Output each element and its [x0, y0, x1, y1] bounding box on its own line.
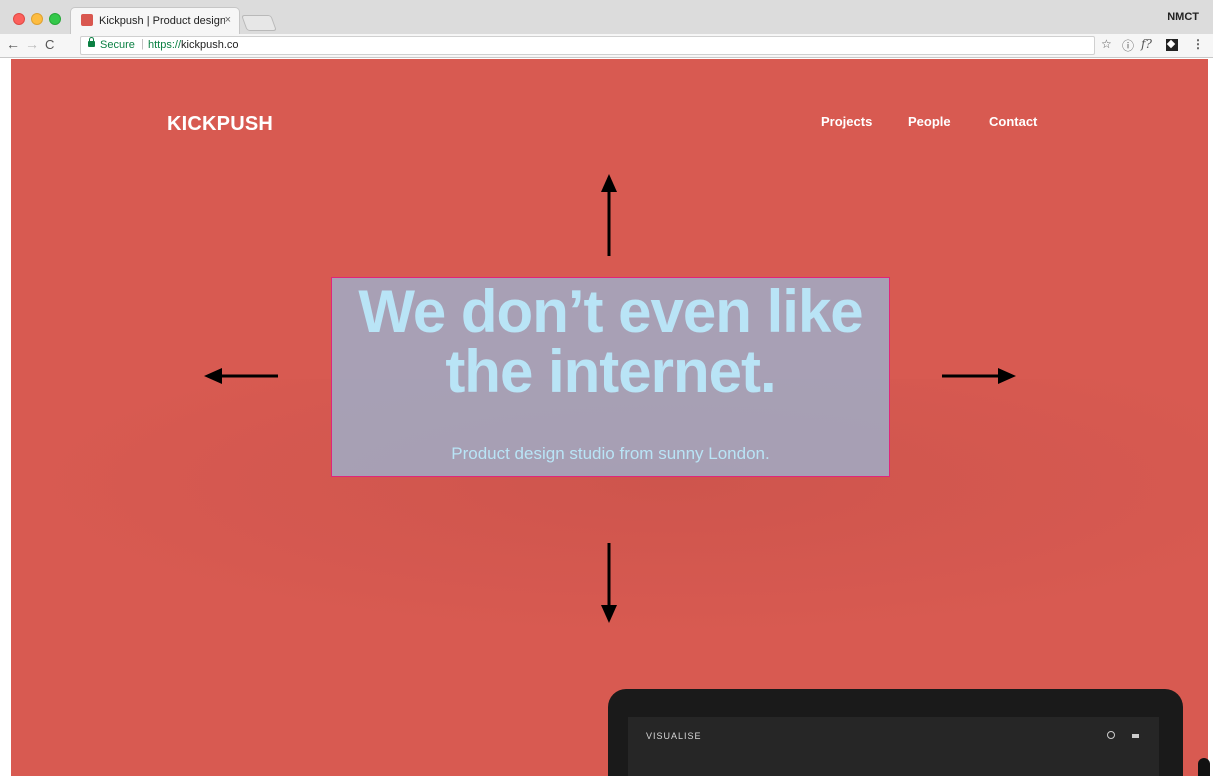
window-maximize-button[interactable] [49, 13, 61, 25]
menu-icon [1132, 734, 1139, 738]
hero-title: We don’t even like the internet. [332, 282, 889, 402]
favicon-icon [81, 14, 93, 26]
url-host: kickpush.co [181, 39, 239, 51]
page-viewport: KICKPUSH Projects People Contact We don’… [11, 59, 1208, 776]
site-logo[interactable]: KICKPUSH [167, 113, 273, 136]
nav-people[interactable]: People [908, 114, 951, 129]
window-close-button[interactable] [13, 13, 25, 25]
secure-label: Secure [100, 39, 135, 51]
arrow-left-icon [204, 367, 278, 385]
tab-close-icon[interactable]: × [225, 14, 231, 26]
reload-icon[interactable]: C [45, 37, 54, 52]
profile-name[interactable]: NMCT [1167, 11, 1199, 23]
browser-titlebar: Kickpush | Product design stu × NMCT [0, 0, 1213, 34]
hero-subtitle: Product design studio from sunny London. [451, 444, 770, 463]
arrow-down-icon [600, 543, 618, 623]
search-icon [1107, 731, 1115, 739]
tab-title: Kickpush | Product design stu [99, 15, 225, 27]
window-minimize-button[interactable] [31, 13, 43, 25]
kebab-menu-icon[interactable]: ⋮ [1192, 37, 1204, 51]
arrow-right-icon [942, 367, 1016, 385]
device-screen: VISUALISE [628, 717, 1159, 776]
partial-section-heading [151, 754, 471, 776]
hero-highlight-box: We don’t even like the internet. Product… [331, 277, 890, 477]
address-bar[interactable]: Secure | https://kickpush.co [80, 36, 1095, 55]
f-extension-icon[interactable]: f? [1141, 37, 1152, 51]
lock-icon [88, 37, 95, 47]
url-separator: | [141, 38, 144, 50]
cursor-corner-mark [1198, 758, 1210, 776]
forward-arrow-icon[interactable]: → [25, 36, 39, 52]
hero-title-line-2: the internet. [445, 338, 776, 405]
browser-tab[interactable]: Kickpush | Product design stu × [70, 7, 240, 34]
star-icon[interactable]: ☆ [1101, 37, 1112, 51]
back-arrow-icon[interactable]: ← [6, 36, 20, 52]
hero-title-line-1: We don’t even like [358, 278, 863, 345]
device-app-name: VISUALISE [646, 731, 702, 741]
nav-projects[interactable]: Projects [821, 114, 872, 129]
nav-contact[interactable]: Contact [989, 114, 1037, 129]
new-tab-button[interactable] [241, 15, 277, 31]
arrow-up-icon [600, 174, 618, 256]
url-scheme: https:// [148, 39, 182, 51]
browser-toolbar: ← → C Secure | https://kickpush.co ☆ ⓘ f… [0, 34, 1213, 58]
info-icon[interactable]: ⓘ [1122, 37, 1134, 54]
device-mockup: VISUALISE [608, 689, 1183, 776]
extension-icon[interactable] [1166, 39, 1178, 51]
url-text[interactable]: https://kickpush.co [148, 39, 239, 51]
